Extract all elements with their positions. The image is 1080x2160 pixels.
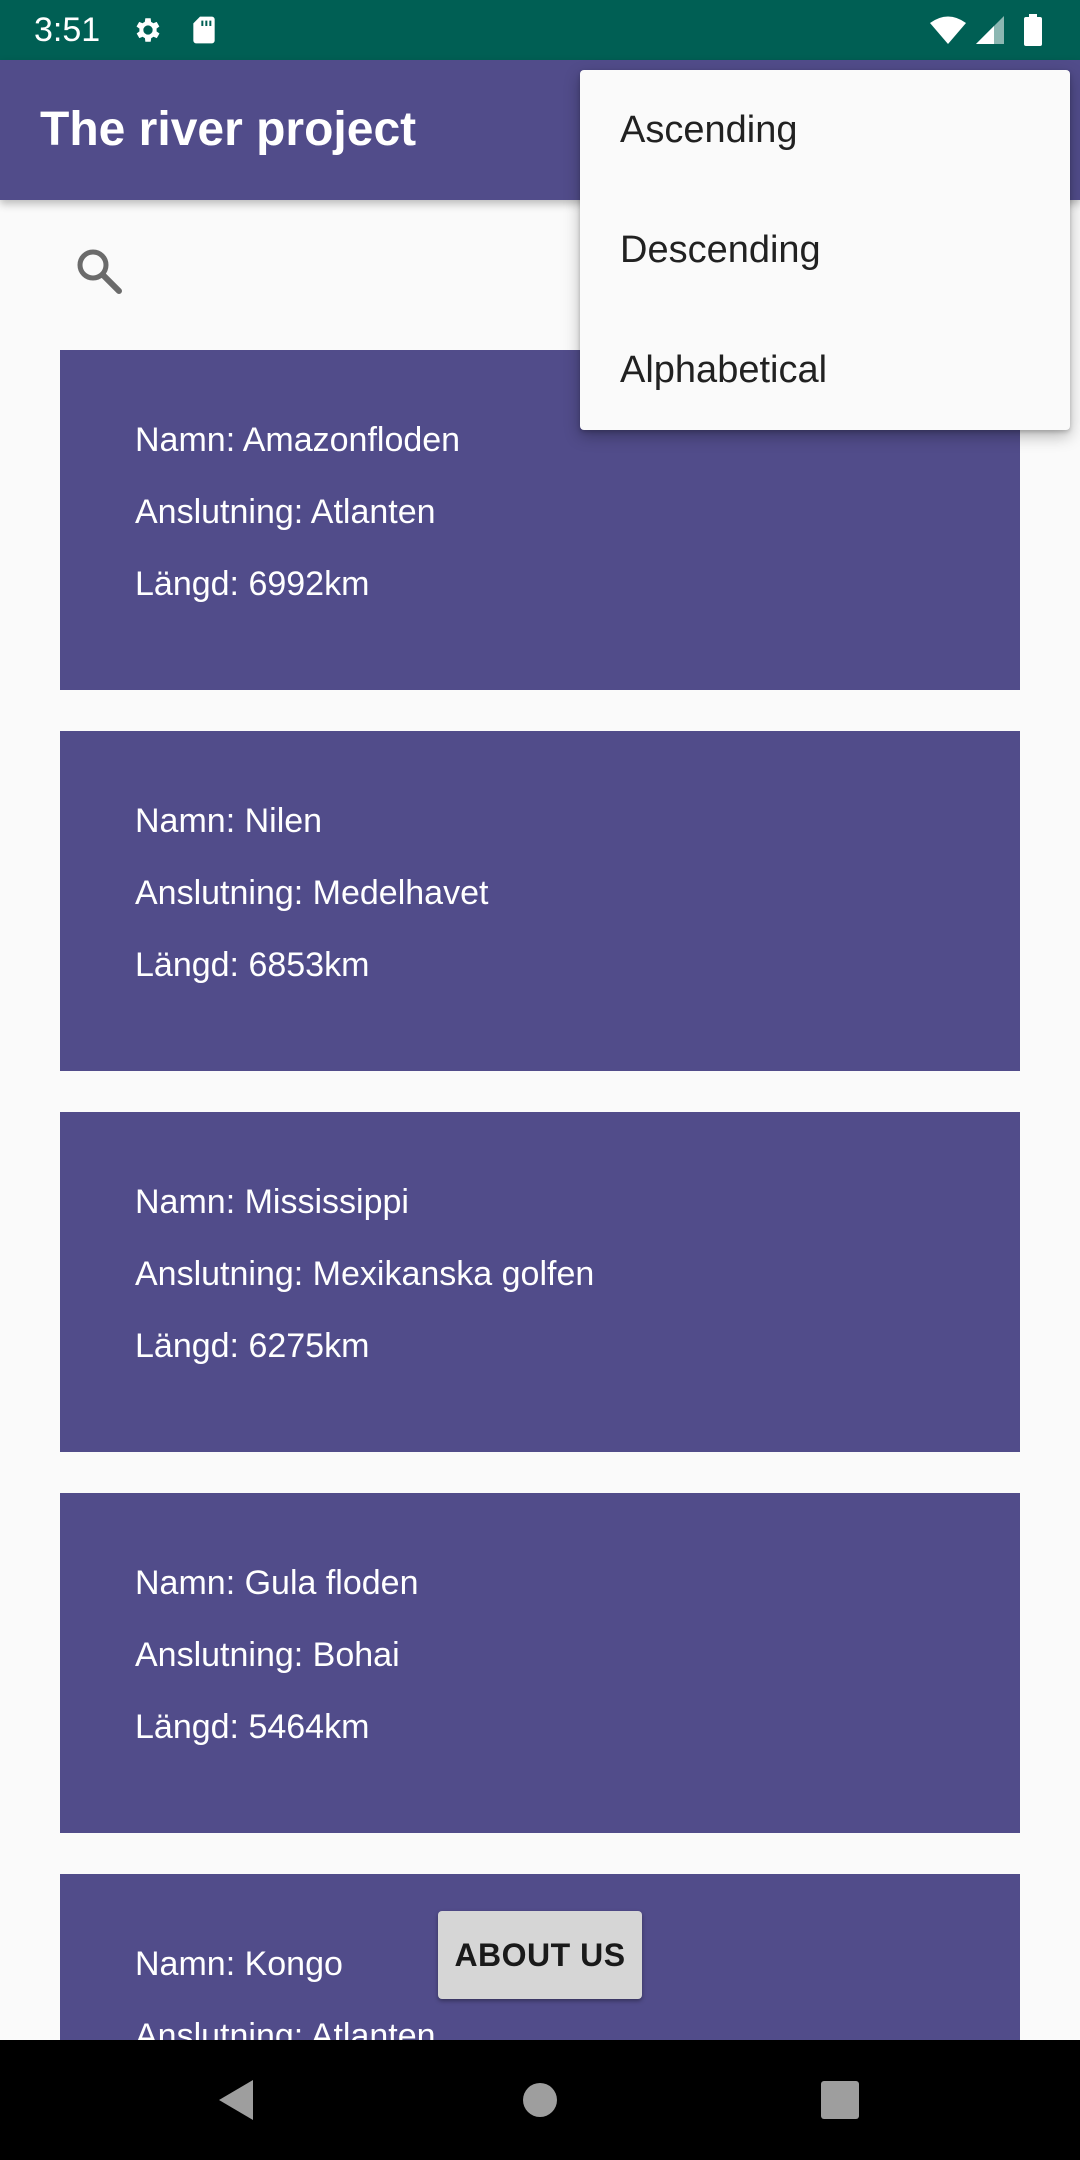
gear-icon bbox=[132, 14, 164, 46]
battery-icon bbox=[1022, 14, 1044, 46]
sd-card-icon bbox=[188, 14, 220, 46]
sort-alphabetical-item[interactable]: Alphabetical bbox=[580, 310, 1070, 430]
back-icon[interactable] bbox=[207, 2070, 267, 2130]
home-icon[interactable] bbox=[510, 2070, 570, 2130]
river-length: Längd: 6275km bbox=[135, 1327, 370, 1365]
app-title: The river project bbox=[40, 103, 417, 156]
sort-ascending-item[interactable]: Ascending bbox=[580, 70, 1070, 190]
recents-icon[interactable] bbox=[810, 2070, 870, 2130]
sort-descending-item[interactable]: Descending bbox=[580, 190, 1070, 310]
river-length: Längd: 6853km bbox=[135, 946, 370, 984]
river-connection: Anslutning: Bohai bbox=[135, 1636, 400, 1674]
sort-menu: Ascending Descending Alphabetical bbox=[580, 70, 1070, 430]
river-length: Längd: 6992km bbox=[135, 565, 370, 603]
river-name: Namn: Mississippi bbox=[135, 1183, 409, 1221]
river-connection: Anslutning: Atlanten bbox=[135, 2017, 436, 2040]
wifi-icon bbox=[928, 14, 968, 46]
status-time: 3:51 bbox=[34, 11, 101, 49]
about-us-button[interactable]: ABOUT US bbox=[438, 1911, 642, 1999]
river-card[interactable]: Namn: Mississippi Anslutning: Mexikanska… bbox=[60, 1112, 1020, 1452]
river-name: Namn: Gula floden bbox=[135, 1564, 419, 1602]
search-icon[interactable] bbox=[72, 244, 126, 298]
navigation-bar bbox=[0, 2040, 1080, 2160]
river-length: Längd: 5464km bbox=[135, 1708, 370, 1746]
river-connection: Anslutning: Atlanten bbox=[135, 493, 436, 531]
screen: 3:51 The river project Namn: Amazonflode… bbox=[0, 0, 1080, 2160]
river-card[interactable]: Namn: Nilen Anslutning: Medelhavet Längd… bbox=[60, 731, 1020, 1071]
river-connection: Anslutning: Medelhavet bbox=[135, 874, 489, 912]
signal-icon bbox=[974, 14, 1006, 46]
river-connection: Anslutning: Mexikanska golfen bbox=[135, 1255, 595, 1293]
river-name: Namn: Nilen bbox=[135, 802, 323, 840]
river-list[interactable]: Namn: Amazonfloden Anslutning: Atlanten … bbox=[60, 350, 1020, 2040]
river-card[interactable]: Namn: Gula floden Anslutning: Bohai Läng… bbox=[60, 1493, 1020, 1833]
status-bar: 3:51 bbox=[0, 0, 1080, 60]
